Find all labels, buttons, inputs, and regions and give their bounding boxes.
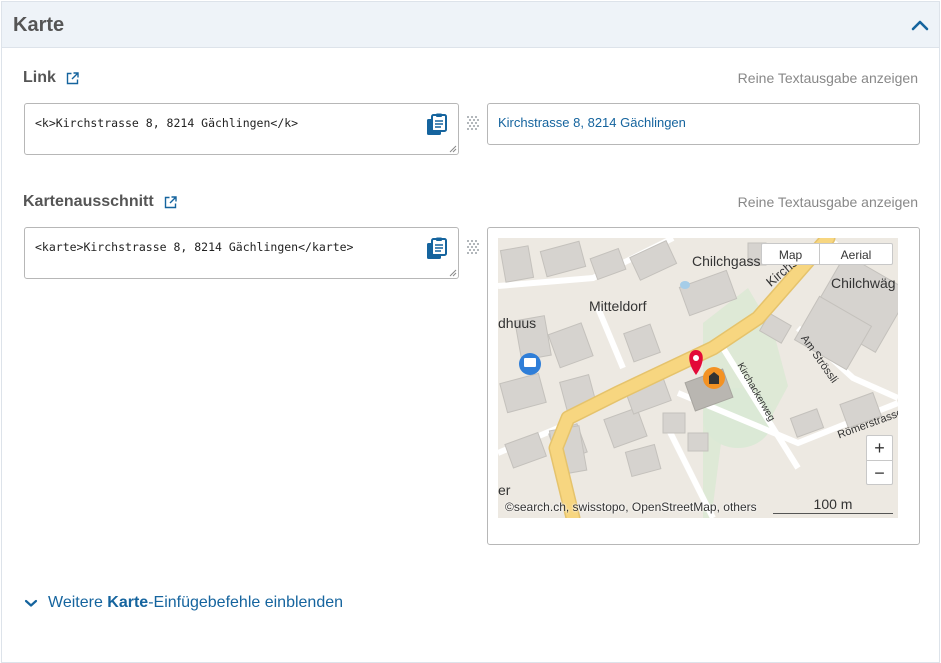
map-code-text: <karte>Kirchstrasse 8, 8214 Gächlingen</…: [35, 240, 354, 254]
link-preview-box: Kirchstrasse 8, 8214 Gächlingen: [487, 103, 920, 145]
map-place-label: er: [498, 482, 511, 498]
map-type-aerial-button[interactable]: Aerial: [820, 244, 892, 264]
map-view[interactable]: Chilchgass Chilchwäg Mitteldorf dhuus Ki…: [498, 238, 898, 518]
show-more-suffix: -Einfügebefehle einblenden: [148, 594, 344, 611]
show-more-bold: Karte: [107, 594, 149, 611]
map-code-field[interactable]: <karte>Kirchstrasse 8, 8214 Gächlingen</…: [24, 227, 459, 279]
clipboard-icon[interactable]: [424, 237, 448, 261]
map-type-toggle: Map Aerial: [761, 243, 893, 265]
panel-header[interactable]: Karte: [2, 2, 939, 48]
panel-title: Karte: [13, 14, 65, 36]
zoom-out-button[interactable]: −: [867, 460, 892, 484]
link-section-label: Link: [23, 69, 56, 86]
link-preview-anchor[interactable]: Kirchstrasse 8, 8214 Gächlingen: [498, 115, 686, 130]
link-code-text: <k>Kirchstrasse 8, 8214 Gächlingen</k>: [35, 116, 299, 130]
chevron-up-icon[interactable]: [907, 12, 933, 38]
link-section-title: Link: [23, 69, 79, 87]
clipboard-icon[interactable]: [424, 113, 448, 137]
resize-grip-icon[interactable]: [448, 268, 457, 277]
show-more-prefix: Weitere: [48, 594, 108, 611]
external-link-icon[interactable]: [66, 71, 79, 85]
map-place-label: Chilchwäg: [831, 275, 896, 291]
map-preview-box: Chilchgass Chilchwäg Mitteldorf dhuus Ki…: [487, 227, 920, 545]
link-plain-text-toggle[interactable]: Reine Textausgabe anzeigen: [738, 70, 918, 86]
map-place-label: Chilchgass: [692, 253, 761, 269]
chevron-down-icon: [24, 599, 38, 607]
map-place-label: Mitteldorf: [589, 298, 647, 314]
drag-handle-icon[interactable]: [466, 239, 480, 257]
map-type-map-button[interactable]: Map: [762, 244, 820, 264]
drag-handle-icon[interactable]: [466, 115, 480, 133]
map-place-label: dhuus: [498, 315, 537, 331]
map-plain-text-toggle[interactable]: Reine Textausgabe anzeigen: [738, 194, 918, 210]
external-link-icon[interactable]: [164, 195, 177, 209]
zoom-control: + −: [866, 435, 893, 485]
map-scale-bar: 100 m: [773, 496, 893, 514]
map-attribution: ©search.ch, swisstopo, OpenStreetMap, ot…: [505, 500, 757, 514]
zoom-in-button[interactable]: +: [867, 436, 892, 460]
map-panel: Karte Link Reine Textausgabe anzeigen <k…: [1, 1, 940, 663]
map-section-title: Kartenausschnitt: [23, 193, 177, 211]
link-code-field[interactable]: <k>Kirchstrasse 8, 8214 Gächlingen</k>: [24, 103, 459, 155]
map-section-label: Kartenausschnitt: [23, 193, 154, 210]
show-more-commands-link[interactable]: Weitere Karte-Einfügebefehle einblenden: [24, 594, 343, 612]
resize-grip-icon[interactable]: [448, 144, 457, 153]
show-more-label: Weitere Karte-Einfügebefehle einblenden: [48, 594, 343, 612]
